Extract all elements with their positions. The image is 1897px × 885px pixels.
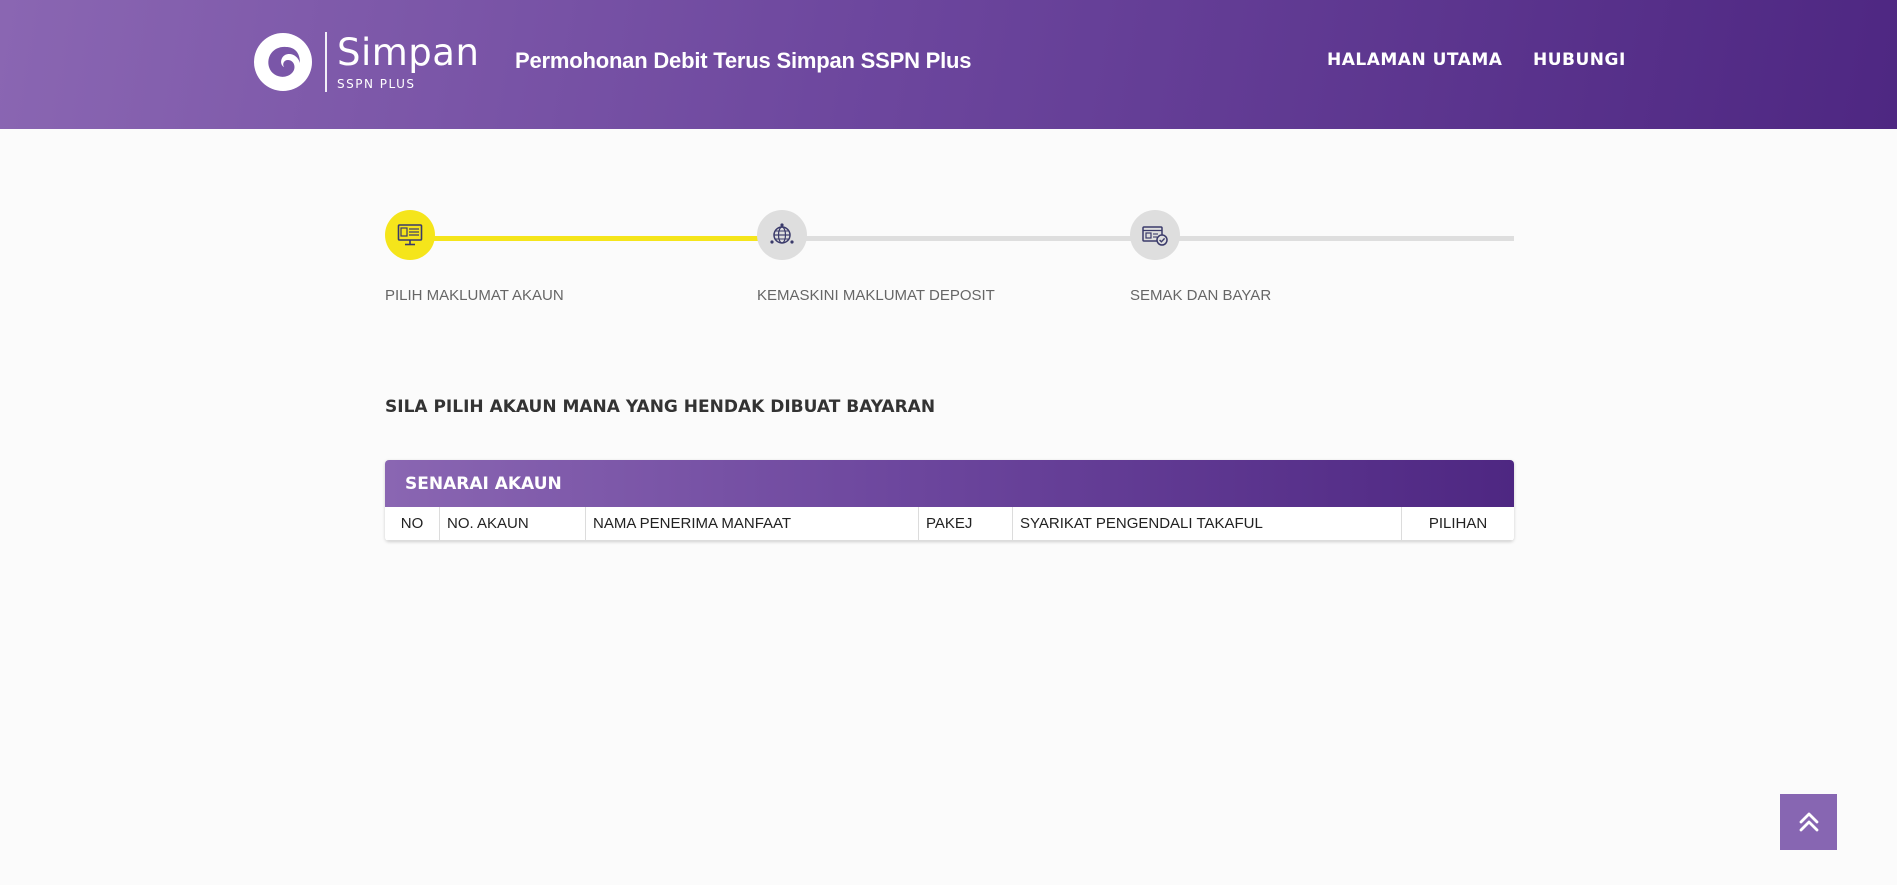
simpan-logo-icon (254, 33, 312, 91)
page-title: Permohonan Debit Terus Simpan SSPN Plus (515, 48, 972, 73)
top-header: Simpan SSPN PLUS Permohonan Debit Terus … (0, 0, 1897, 129)
double-chevron-up-icon (1799, 812, 1818, 832)
nav-link-halaman-utama[interactable]: HALAMAN UTAMA (1327, 50, 1502, 70)
stepper-track-completed (410, 236, 782, 241)
logo-name: Simpan (337, 31, 480, 74)
instruction-heading: SILA PILIH AKAUN MANA YANG HENDAK DIBUAT… (385, 397, 936, 417)
step-3-label: SEMAK DAN BAYAR (1130, 287, 1272, 304)
step-1-indicator (385, 210, 435, 260)
simpan-logo[interactable]: Simpan SSPN PLUS (253, 30, 479, 94)
column-header-option: PILIHAN (1401, 507, 1514, 541)
column-header-no: NO (385, 507, 440, 541)
step-2-indicator (757, 210, 807, 260)
step-2-label: KEMASKINI MAKLUMAT DEPOSIT (757, 287, 995, 304)
id-card-check-icon (1142, 226, 1168, 246)
account-table-header-row: NO NO. AKAUN NAMA PENERIMA MANFAAT PAKEJ… (385, 507, 1514, 541)
account-table: NO NO. AKAUN NAMA PENERIMA MANFAAT PAKEJ… (385, 507, 1514, 541)
account-list-title: SENARAI AKAUN (385, 460, 1514, 507)
column-header-account-number: NO. AKAUN (439, 507, 586, 541)
step-3-indicator (1130, 210, 1180, 260)
progress-stepper: PILIH MAKLUMAT AKAUN KEMASKINI MAKLUMAT … (385, 210, 1514, 310)
globe-network-icon (770, 223, 794, 244)
account-list-panel: SENARAI AKAUN NO NO. AKAUN NAMA PENERIMA… (385, 460, 1514, 541)
computer-screen-icon (397, 224, 423, 246)
scroll-to-top-button[interactable] (1780, 794, 1837, 850)
column-header-package: PAKEJ (918, 507, 1013, 541)
logo-divider (325, 32, 327, 92)
step-1-label: PILIH MAKLUMAT AKAUN (385, 287, 564, 304)
column-header-beneficiary-name: NAMA PENERIMA MANFAAT (585, 507, 919, 541)
nav-link-hubungi[interactable]: HUBUNGI (1533, 50, 1626, 70)
column-header-takaful-operator: SYARIKAT PENGENDALI TAKAFUL (1012, 507, 1402, 541)
logo-subtitle: SSPN PLUS (337, 77, 416, 91)
